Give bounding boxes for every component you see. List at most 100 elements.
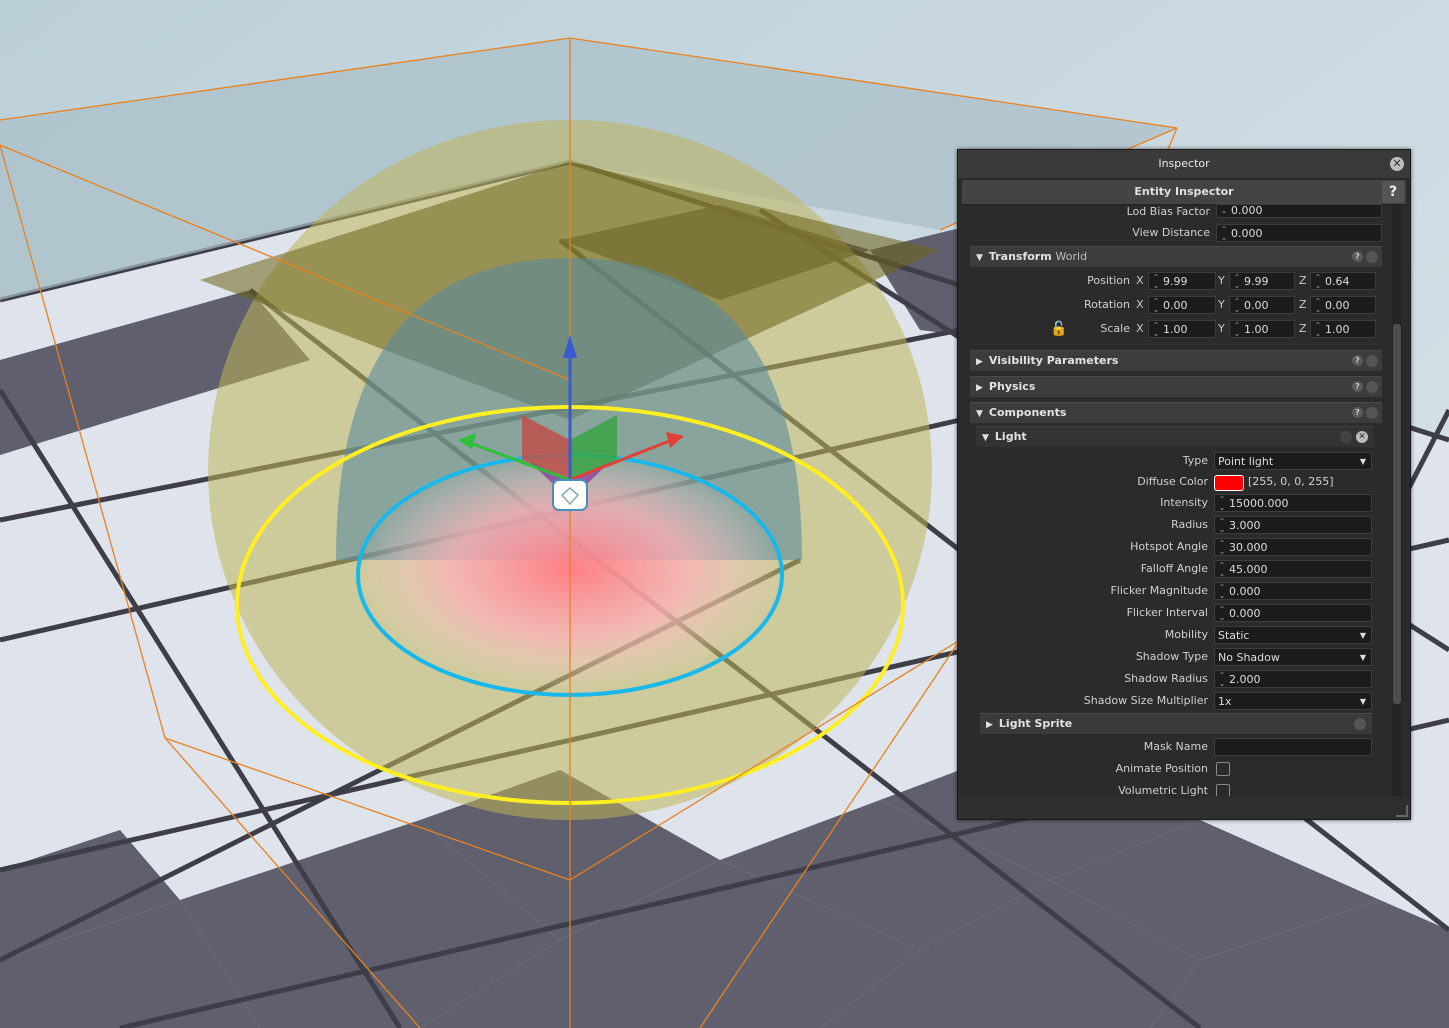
volumetric-light-label: Volumetric Light bbox=[1118, 784, 1208, 796]
spinner-icon[interactable]: ⌃ ⌄ bbox=[1215, 606, 1229, 622]
collapse-triangle-icon: ▼ bbox=[982, 433, 989, 443]
help-small-icon[interactable]: ? bbox=[1352, 355, 1363, 366]
spinner-icon[interactable]: ⌃ ⌄ bbox=[1215, 672, 1229, 688]
physics-section-header[interactable]: ▶ Physics ? bbox=[970, 376, 1382, 397]
options-dot-icon[interactable] bbox=[1354, 718, 1366, 730]
options-dot-icon[interactable] bbox=[1366, 251, 1378, 263]
rotation-z-field[interactable]: ⌃ ⌄ 0.00 bbox=[1310, 296, 1376, 314]
mask-name-label: Mask Name bbox=[1143, 740, 1208, 753]
inspector-scrollbar[interactable] bbox=[1392, 206, 1402, 796]
axis-z-label: Z bbox=[1299, 322, 1307, 335]
spinner-icon[interactable]: ⌃ ⌄ bbox=[1215, 518, 1229, 534]
inspector-titlebar[interactable]: Inspector ✕ bbox=[958, 150, 1410, 178]
spinner-icon[interactable]: ⌄ bbox=[1217, 207, 1231, 215]
spinner-icon[interactable]: ⌃ ⌄ bbox=[1311, 322, 1325, 338]
flicker-magnitude-field[interactable]: ⌃ ⌄ 0.000 bbox=[1214, 582, 1372, 600]
lod-bias-field[interactable]: ⌄ 0.000 bbox=[1216, 204, 1382, 218]
collapse-triangle-icon: ▼ bbox=[976, 253, 983, 263]
flicker-magnitude-label: Flicker Magnitude bbox=[1110, 584, 1208, 597]
scale-x-field[interactable]: ⌃ ⌄ 1.00 bbox=[1148, 320, 1216, 338]
shadow-size-multiplier-dropdown[interactable]: 1x bbox=[1214, 692, 1372, 710]
inspector-content[interactable]: Lod Bias Factor ⌄ 0.000 View Distance ⌃ ⌄ 0… bbox=[962, 204, 1390, 796]
transform-section-header[interactable]: ▼ Transform World ? bbox=[970, 246, 1382, 267]
shadow-type-label: Shadow Type bbox=[1135, 650, 1208, 663]
falloff-angle-label: Falloff Angle bbox=[1140, 562, 1208, 575]
spinner-icon[interactable]: ⌃ ⌄ bbox=[1230, 274, 1244, 290]
shadow-radius-field[interactable]: ⌃ ⌄ 2.000 bbox=[1214, 670, 1372, 688]
lod-bias-label: Lod Bias Factor bbox=[1126, 205, 1210, 218]
entity-inspector-header: Entity Inspector ? bbox=[962, 180, 1406, 205]
view-distance-label: View Distance bbox=[1132, 226, 1210, 239]
shadow-radius-label: Shadow Radius bbox=[1124, 672, 1208, 685]
point-light-icon[interactable] bbox=[552, 479, 588, 511]
components-section-header[interactable]: ▼ Components ? bbox=[970, 402, 1382, 423]
spinner-icon[interactable]: ⌃ ⌄ bbox=[1215, 540, 1229, 556]
axis-x-label: X bbox=[1136, 274, 1144, 287]
spinner-icon[interactable]: ⌃ ⌄ bbox=[1217, 226, 1231, 242]
spinner-icon[interactable]: ⌃ ⌄ bbox=[1149, 274, 1163, 290]
light-sprite-header[interactable]: ▶ Light Sprite bbox=[980, 713, 1372, 734]
hotspot-angle-field[interactable]: ⌃ ⌄ 30.000 bbox=[1214, 538, 1372, 556]
flicker-interval-field[interactable]: ⌃ ⌄ 0.000 bbox=[1214, 604, 1372, 622]
spinner-icon[interactable]: ⌃ ⌄ bbox=[1149, 322, 1163, 338]
entity-inspector-title: Entity Inspector bbox=[1134, 185, 1234, 198]
expand-triangle-icon: ▶ bbox=[976, 383, 983, 393]
mobility-dropdown[interactable]: Static bbox=[1214, 626, 1372, 644]
inspector-title: Inspector bbox=[1158, 157, 1210, 170]
inspector-panel[interactable]: Inspector ✕ Entity Inspector ? Lod Bias … bbox=[957, 149, 1411, 820]
resize-grip-icon[interactable] bbox=[1396, 805, 1408, 817]
position-y-field[interactable]: ⌃ ⌄ 9.99 bbox=[1229, 272, 1295, 290]
close-icon[interactable]: ✕ bbox=[1390, 157, 1404, 171]
falloff-angle-field[interactable]: ⌃ ⌄ 45.000 bbox=[1214, 560, 1372, 578]
help-small-icon[interactable]: ? bbox=[1352, 381, 1363, 392]
remove-component-icon[interactable]: ✕ bbox=[1356, 431, 1368, 443]
shadow-type-dropdown[interactable]: No Shadow bbox=[1214, 648, 1372, 666]
radius-field[interactable]: ⌃ ⌄ 3.000 bbox=[1214, 516, 1372, 534]
rotation-y-field[interactable]: ⌃ ⌄ 0.00 bbox=[1229, 296, 1295, 314]
options-dot-icon[interactable] bbox=[1340, 431, 1352, 443]
help-small-icon[interactable]: ? bbox=[1352, 407, 1363, 418]
help-icon[interactable]: ? bbox=[1382, 181, 1404, 203]
axis-y-label: Y bbox=[1218, 322, 1225, 335]
intensity-field[interactable]: ⌃ ⌄ 15000.000 bbox=[1214, 494, 1372, 512]
spinner-icon[interactable]: ⌃ ⌄ bbox=[1230, 298, 1244, 314]
light-type-label: Type bbox=[1182, 454, 1208, 467]
position-label: Position bbox=[1087, 274, 1130, 287]
light-type-dropdown[interactable]: Point light bbox=[1214, 452, 1372, 470]
intensity-label: Intensity bbox=[1160, 496, 1208, 509]
animate-position-checkbox[interactable] bbox=[1216, 762, 1230, 776]
axis-y-label: Y bbox=[1218, 274, 1225, 287]
collapse-triangle-icon: ▼ bbox=[976, 409, 983, 419]
spinner-icon[interactable]: ⌃ ⌄ bbox=[1215, 584, 1229, 600]
diffuse-color-swatch[interactable] bbox=[1214, 475, 1244, 491]
rotation-label: Rotation bbox=[1083, 298, 1130, 311]
animate-position-label: Animate Position bbox=[1115, 762, 1208, 775]
scale-z-field[interactable]: ⌃ ⌄ 1.00 bbox=[1310, 320, 1376, 338]
position-z-field[interactable]: ⌃ ⌄ 0.64 bbox=[1310, 272, 1376, 290]
spinner-icon[interactable]: ⌃ ⌄ bbox=[1311, 298, 1325, 314]
options-dot-icon[interactable] bbox=[1366, 355, 1378, 367]
scale-y-field[interactable]: ⌃ ⌄ 1.00 bbox=[1229, 320, 1295, 338]
rotation-x-field[interactable]: ⌃ ⌄ 0.00 bbox=[1148, 296, 1216, 314]
volumetric-light-checkbox[interactable] bbox=[1216, 784, 1230, 796]
spinner-icon[interactable]: ⌃ ⌄ bbox=[1149, 298, 1163, 314]
spinner-icon[interactable]: ⌃ ⌄ bbox=[1311, 274, 1325, 290]
axis-x-label: X bbox=[1136, 298, 1144, 311]
inspector-footer bbox=[958, 798, 1410, 819]
light-component-header[interactable]: ▼ Light ✕ bbox=[976, 426, 1374, 447]
hotspot-angle-label: Hotspot Angle bbox=[1130, 540, 1208, 553]
spinner-icon[interactable]: ⌃ ⌄ bbox=[1230, 322, 1244, 338]
axis-x-label: X bbox=[1136, 322, 1144, 335]
visibility-section-header[interactable]: ▶ Visibility Parameters ? bbox=[970, 350, 1382, 371]
help-small-icon[interactable]: ? bbox=[1352, 251, 1363, 262]
diffuse-color-value: [255, 0, 0, 255] bbox=[1248, 475, 1334, 488]
mask-name-field[interactable] bbox=[1214, 738, 1372, 756]
spinner-icon[interactable]: ⌃ ⌄ bbox=[1215, 562, 1229, 578]
options-dot-icon[interactable] bbox=[1366, 407, 1378, 419]
flicker-interval-label: Flicker Interval bbox=[1126, 606, 1208, 619]
position-x-field[interactable]: ⌃ ⌄ 9.99 bbox=[1148, 272, 1216, 290]
options-dot-icon[interactable] bbox=[1366, 381, 1378, 393]
spinner-icon[interactable]: ⌃ ⌄ bbox=[1215, 496, 1229, 512]
scrollbar-thumb[interactable] bbox=[1393, 324, 1401, 704]
view-distance-field[interactable]: ⌃ ⌄ 0.000 bbox=[1216, 224, 1382, 242]
